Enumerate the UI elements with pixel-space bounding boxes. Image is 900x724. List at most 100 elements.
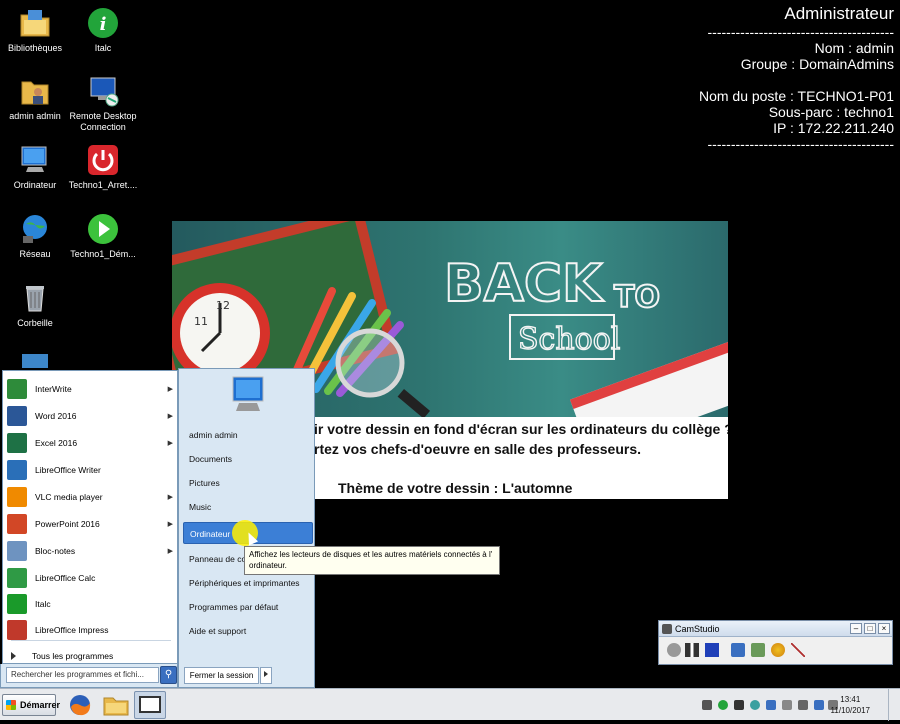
taskbar-explorer[interactable] (100, 691, 132, 719)
start-menu-place[interactable]: Music (183, 496, 313, 518)
desktop-icon-admin-admin[interactable]: admin admin (0, 74, 70, 122)
tooltip: Affichez les lecteurs de disques et les … (244, 546, 500, 575)
program-icon (7, 379, 27, 399)
program-icon (7, 568, 27, 588)
start-menu-program[interactable]: VLC media player ▶ (7, 484, 177, 510)
show-desktop-button[interactable] (888, 689, 900, 721)
tray-icon[interactable] (734, 700, 744, 710)
desktop-icon-techno1-dem[interactable]: Techno1_Dém... (68, 212, 138, 260)
desktop-icon-reseau[interactable]: Réseau (0, 212, 70, 260)
remote-desktop-icon (86, 74, 120, 108)
bginfo-groupe: Groupe : DomainAdmins (740, 56, 894, 72)
start-menu-program[interactable]: LibreOffice Impress (7, 617, 177, 643)
start-menu-program[interactable]: Italc (7, 591, 177, 617)
start-menu-place[interactable]: Pictures (183, 472, 313, 494)
user-picture-icon (225, 375, 269, 415)
desktop-icon-label: Italc (94, 43, 112, 53)
program-icon (7, 406, 27, 426)
all-programs-link[interactable]: Tous les programmes (11, 651, 113, 661)
start-menu-place[interactable]: Périphériques et imprimantes (183, 572, 313, 594)
desktop-icon-label: Techno1_Dém... (70, 249, 136, 259)
tray-icon[interactable] (766, 700, 776, 710)
power-icon (86, 143, 120, 177)
autopan-icon[interactable] (791, 643, 805, 657)
submenu-arrow-icon: ▶ (167, 413, 173, 420)
start-menu-program[interactable]: LibreOffice Writer (7, 457, 177, 483)
start-menu-place[interactable]: Programmes par défaut (183, 596, 313, 618)
bginfo-divider: ---------------------------------------- (707, 136, 894, 152)
search-button[interactable]: ⚲ (160, 666, 177, 684)
recycle-bin-icon (18, 281, 52, 315)
desktop-icon-label: Remote Desktop Connection (69, 111, 137, 132)
desktop-icon-italc[interactable]: i Italc (68, 6, 138, 54)
tray-icon[interactable] (782, 700, 792, 710)
desktop-icon-ordinateur[interactable]: Ordinateur (0, 143, 70, 191)
shutdown-options-button[interactable] (260, 667, 272, 684)
italc-tray-icon[interactable] (718, 700, 728, 710)
desktop-icon-corbeille[interactable]: Corbeille (0, 281, 70, 329)
tray-icon[interactable] (702, 700, 712, 710)
record-icon[interactable] (667, 643, 681, 657)
italc-icon: i (86, 6, 120, 40)
desktop-icon-remote-desktop[interactable]: Remote Desktop Connection (68, 74, 138, 133)
start-menu-search-bar: Rechercher les programmes et fichi... ⚲ (0, 664, 178, 688)
banner-school-text: School (518, 322, 620, 357)
desktop-icon-label: Réseau (19, 249, 51, 259)
tray-icon[interactable] (750, 700, 760, 710)
network-globe-icon (18, 212, 52, 246)
submenu-arrow-icon: ▶ (167, 521, 173, 528)
start-menu-program[interactable]: PowerPoint 2016 ▶ (7, 511, 177, 537)
start-menu-program[interactable]: Excel 2016 ▶ (7, 430, 177, 456)
folder-icon (103, 697, 129, 716)
pause-icon[interactable] (685, 643, 699, 657)
taskbar-camstudio[interactable] (134, 691, 166, 719)
start-menu-program[interactable]: InterWrite ▶ (7, 376, 177, 402)
camstudio-icon (662, 624, 672, 634)
program-label: PowerPoint 2016 (35, 519, 100, 529)
settings-icon[interactable] (731, 643, 745, 657)
start-menu-programs-pane: Tous les programmes InterWrite ▶ Word 2016… (2, 370, 178, 664)
gear-icon[interactable] (771, 643, 785, 657)
banner-line-1: ir votre dessin en fond d'écran sur les … (314, 421, 728, 437)
start-menu-program[interactable]: LibreOffice Calc (7, 565, 177, 591)
minimize-button[interactable]: – (850, 623, 862, 634)
start-menu-place[interactable]: Aide et support (183, 620, 313, 642)
banner-to-text: TO (614, 280, 660, 315)
start-menu-place[interactable]: admin admin (183, 424, 313, 446)
desktop-icon-bibliotheques[interactable]: Bibliothèques (0, 6, 70, 54)
submenu-arrow-icon: ▶ (167, 386, 173, 393)
camstudio-icon (139, 696, 161, 713)
shutdown-button[interactable]: Fermer la session (184, 667, 259, 684)
camstudio-titlebar[interactable]: CamStudio – □ × (659, 621, 892, 637)
banner-line-3: Thème de votre dessin : L'automne (338, 480, 573, 496)
video-icon[interactable] (751, 643, 765, 657)
start-button[interactable]: Démarrer (2, 694, 60, 716)
start-menu-program[interactable]: Bloc-notes ▶ (7, 538, 177, 564)
taskbar-clock[interactable]: 13:41 11/10/2017 (831, 694, 870, 716)
program-icon (7, 541, 27, 561)
start-menu-place[interactable]: Documents (183, 448, 313, 470)
desktop-icon-label: Bibliothèques (7, 43, 63, 53)
desktop-icon-techno1-arret[interactable]: Techno1_Arret.... (68, 143, 138, 191)
program-label: LibreOffice Impress (35, 625, 109, 635)
search-input[interactable]: Rechercher les programmes et fichi... (6, 667, 159, 683)
flag-icon[interactable] (798, 700, 808, 710)
taskbar-firefox[interactable] (64, 691, 96, 719)
program-label: Excel 2016 (35, 438, 78, 448)
bginfo-panel: Administrateur -------------------------… (699, 4, 894, 152)
close-button[interactable]: × (878, 623, 890, 634)
stop-icon[interactable] (705, 643, 719, 657)
desktop-icon-label: Corbeille (17, 318, 53, 328)
desktop-icon-label: Techno1_Arret.... (68, 180, 138, 190)
submenu-arrow-icon: ▶ (167, 440, 173, 447)
network-icon[interactable] (814, 700, 824, 710)
program-icon (7, 433, 27, 453)
program-icon (7, 620, 27, 640)
taskbar: Démarrer 13:41 11/10/2017 (0, 688, 900, 721)
bginfo-divider: ---------------------------------------- (707, 24, 894, 40)
svg-text:12: 12 (216, 299, 230, 312)
program-label: InterWrite (35, 384, 72, 394)
maximize-button[interactable]: □ (864, 623, 876, 634)
start-menu-program[interactable]: Word 2016 ▶ (7, 403, 177, 429)
svg-text:11: 11 (194, 315, 208, 328)
